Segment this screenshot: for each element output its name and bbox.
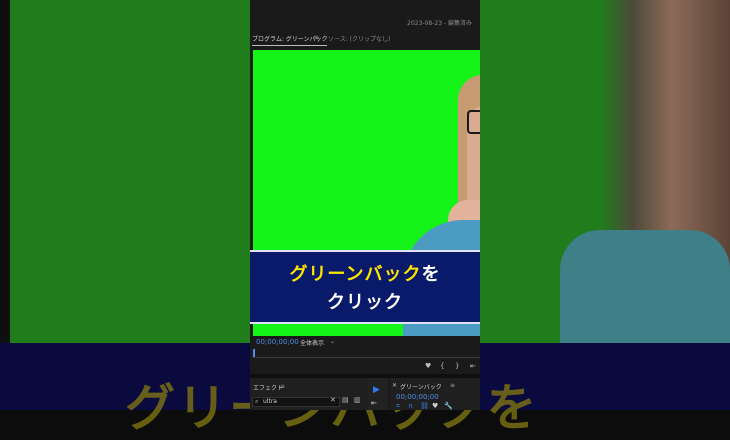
caption-overlay: グリーンバックを クリック [250, 250, 480, 324]
person-glasses [467, 110, 480, 134]
timeline-sequence-tab[interactable]: グリーンバック [400, 382, 442, 391]
playhead-timecode[interactable]: 00;00;00;00 [256, 338, 299, 346]
go-to-in-icon[interactable]: ⇤ [470, 362, 476, 370]
close-icon[interactable]: ✕ [392, 382, 397, 389]
mark-in-icon[interactable]: { [440, 362, 444, 370]
zoom-level-select[interactable]: 全体表示 [300, 338, 324, 347]
caption-line-1: グリーンバックを [250, 260, 480, 286]
panel-menu-icon[interactable]: ≡ [450, 382, 455, 389]
panel-menu-icon[interactable]: ≡ [314, 34, 319, 41]
timeline-panel: ✕ グリーンバック ≡ 00;00;00;00 ⌗ ∩ ⛓ ♥ 🔧 [390, 378, 480, 410]
effects-search-value: ultra [263, 398, 277, 405]
panel-menu-icon[interactable]: ≡ [280, 383, 285, 390]
chevron-down-icon[interactable]: ⌄ [330, 338, 335, 345]
premiere-window: 2023-08-23 - 編集済み プログラム: グリーンバック ≡ ソース: … [250, 0, 480, 410]
effects-search-input[interactable]: ⌕ ultra [252, 397, 340, 407]
nest-icon[interactable]: ⌗ [396, 402, 400, 410]
tab-source-monitor[interactable]: ソース: (クリップなし) [328, 34, 390, 43]
new-bin-icon[interactable]: ▤ [342, 396, 349, 404]
linked-selection-icon[interactable]: ⛓ [420, 402, 429, 410]
wrench-icon[interactable]: 🔧 [444, 402, 453, 410]
playhead-handle[interactable] [253, 349, 255, 357]
clear-search-icon[interactable]: ✕ [330, 396, 336, 404]
caption-highlight: グリーンバック [289, 264, 422, 285]
monitor-time-ruler[interactable] [253, 349, 480, 358]
project-status: 2023-08-23 - 編集済み [407, 20, 472, 27]
background-right-shirt [560, 230, 730, 343]
effects-panel-title[interactable]: エフェクト [253, 383, 283, 392]
timeline-timecode[interactable]: 00;00;00;00 [396, 393, 439, 401]
caption-line-2: クリック [327, 292, 403, 313]
effects-panel: エフェクト ≡ ⌕ ultra ✕ ▤ ▥ [250, 378, 387, 410]
background-left-green [10, 0, 250, 343]
search-icon: ⌕ [255, 398, 259, 405]
mark-out-icon[interactable]: } [455, 362, 459, 370]
new-item-icon[interactable]: ▥ [354, 396, 361, 404]
selection-tool-icon[interactable]: ▶ [373, 385, 380, 395]
track-select-tool-icon[interactable]: ⇤ [371, 399, 377, 407]
snap-icon[interactable]: ∩ [408, 402, 413, 410]
transport-controls: ♥ { } ⇤ [250, 362, 480, 372]
caption-line-1-rest: を [421, 264, 441, 285]
tools-panel: ▶ ⇤ [368, 378, 388, 410]
add-marker-icon[interactable]: ♥ [432, 402, 438, 410]
timeline-toolbar: ⌗ ∩ ⛓ ♥ 🔧 [396, 402, 480, 410]
add-marker-icon[interactable]: ♥ [425, 362, 431, 370]
